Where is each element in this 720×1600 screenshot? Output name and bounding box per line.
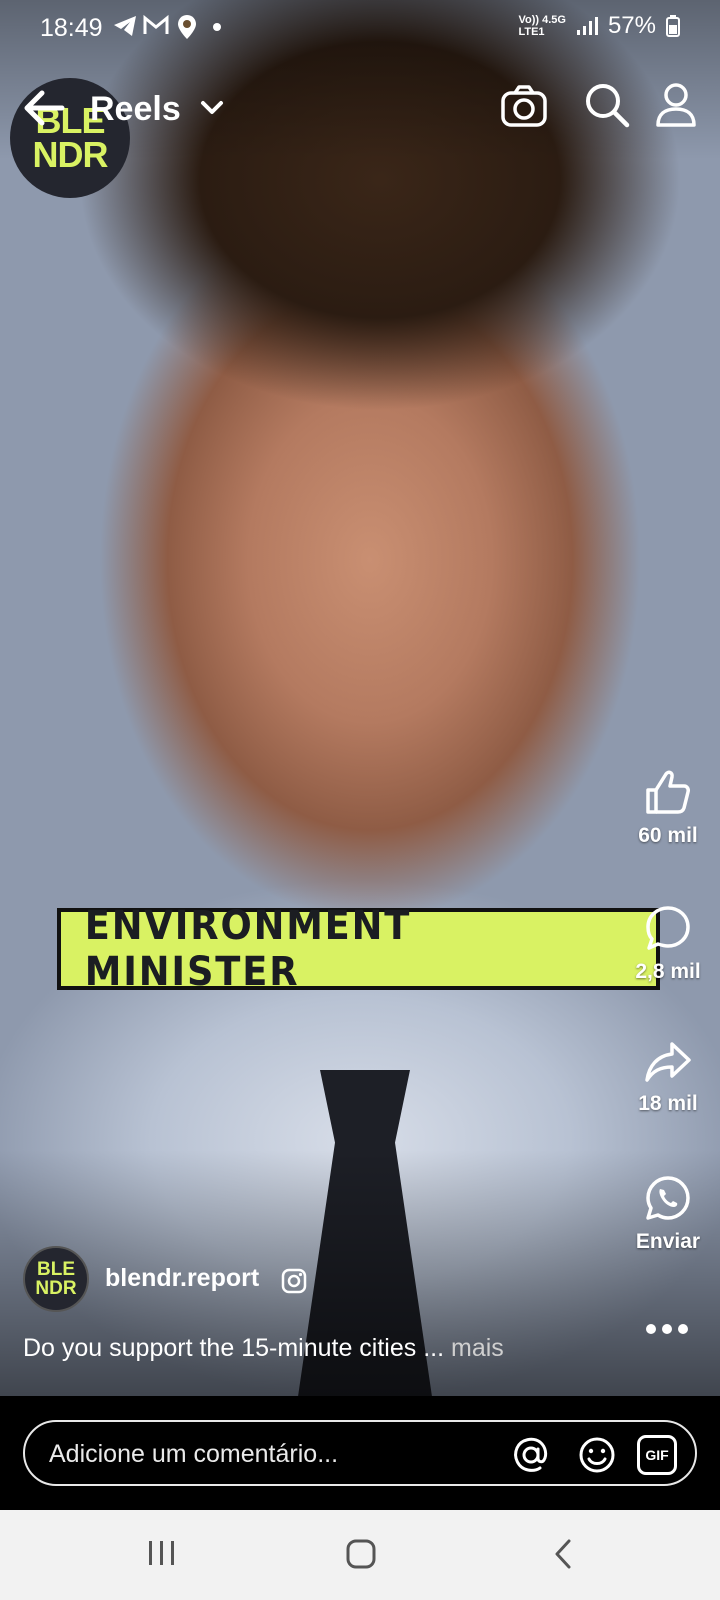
whatsapp-send-button[interactable]: Enviar [618,1174,718,1254]
share-icon[interactable] [644,1040,692,1084]
comment-box[interactable]: GIF [23,1420,697,1486]
share-count: 18 mil [638,1092,698,1115]
gmail-icon [143,14,169,34]
camera-icon[interactable] [500,84,548,128]
thumbs-up-icon[interactable] [644,768,692,816]
author-name[interactable]: blendr.report [105,1264,259,1293]
network-indicator: Vo)) 4.5G LTE1 [518,14,565,38]
caption-more-link[interactable]: mais [451,1334,504,1362]
status-right: Vo)) 4.5G LTE1 57% [518,12,680,40]
comment-count: 2,8 mil [635,960,701,983]
signal-icon [576,17,598,35]
home-icon[interactable] [345,1538,377,1570]
banner-text: ENVIRONMENT MINISTER [84,903,412,995]
avatar[interactable]: BLE NDR [23,1246,89,1312]
network-sim: LTE1 [518,26,545,38]
page-title[interactable]: Reels [90,90,181,129]
mention-icon[interactable] [511,1435,551,1475]
chevron-down-icon[interactable] [200,100,224,116]
comment-button[interactable]: 2,8 mil [618,904,718,984]
like-button[interactable]: 60 mil [618,768,718,848]
share-button[interactable]: 18 mil [618,1040,718,1116]
more-icon[interactable] [645,1322,689,1336]
telegram-icon [114,16,136,36]
like-count: 60 mil [638,824,698,847]
location-icon [178,15,196,39]
search-icon[interactable] [584,82,630,128]
reels-header: BLE NDR Reels [0,70,720,198]
status-bar: 18:49 Vo)) 4.5G LTE1 57% [0,0,720,52]
send-label: Enviar [635,1230,701,1253]
network-type: Vo)) 4.5G [518,14,566,26]
arrow-back-icon[interactable] [22,88,66,128]
battery-icon [666,15,680,37]
avatar-line-2: NDR [35,1278,77,1299]
caption[interactable]: Do you support the 15-minute cities ... … [23,1334,504,1363]
caption-text: Do you support the 15-minute cities ... [23,1334,451,1362]
logo-line-2: NDR [32,134,109,175]
gif-label: GIF [645,1447,669,1463]
status-time: 18:49 [40,14,103,42]
comment-icon[interactable] [644,904,692,952]
comment-bar: GIF [0,1396,720,1510]
emoji-icon[interactable] [577,1435,617,1475]
system-nav-bar [0,1510,720,1600]
whatsapp-icon[interactable] [644,1174,692,1222]
instagram-icon [281,1268,307,1294]
profile-icon[interactable] [655,82,697,128]
video-banner: ENVIRONMENT MINISTER [57,903,660,995]
notification-dot-icon [213,23,221,31]
comment-input[interactable] [49,1437,499,1471]
avatar-line-1: BLE [37,1259,75,1280]
gif-icon[interactable]: GIF [637,1435,677,1475]
recent-apps-icon[interactable] [146,1538,178,1568]
battery-percent: 57% [607,12,656,39]
back-icon[interactable] [552,1538,574,1570]
